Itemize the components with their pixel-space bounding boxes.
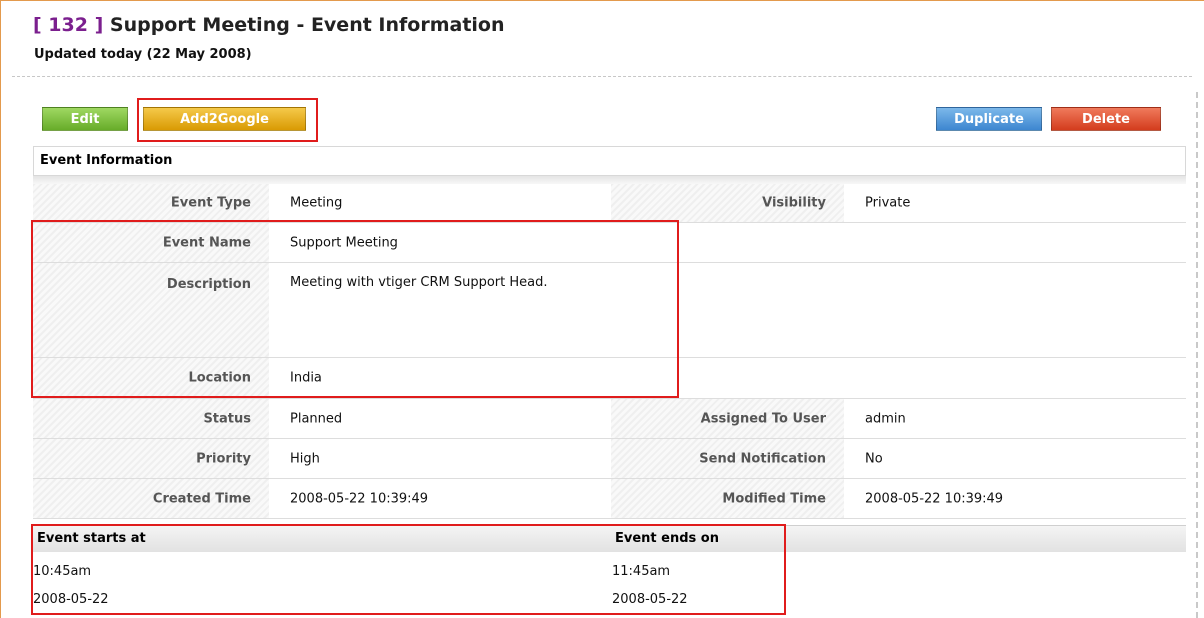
window-left-border [0, 0, 1, 618]
event-title: Support Meeting - Event Information [109, 14, 505, 36]
window-top-border [0, 0, 1204, 1]
event-type-value: Meeting [270, 184, 610, 222]
send-notification-label: Send Notification [611, 439, 844, 478]
section-title: Event Information [40, 153, 173, 168]
duplicate-button[interactable]: Duplicate [936, 107, 1042, 131]
row-priority: Priority High Send Notification No [33, 439, 1186, 479]
created-time-label: Created Time [33, 479, 269, 518]
highlight-event-times [31, 524, 786, 615]
section-header-shadow [33, 176, 1186, 184]
section-header: Event Information [33, 146, 1186, 176]
edit-button[interactable]: Edit [42, 107, 128, 131]
status-label: Status [33, 399, 269, 438]
send-notification-value: No [845, 439, 1186, 478]
row-event-type: Event Type Meeting Visibility Private [33, 184, 1186, 223]
row-status: Status Planned Assigned To User admin [33, 399, 1186, 439]
page-title: [ 132 ] Support Meeting - Event Informat… [33, 14, 505, 36]
record-id: [ 132 ] [33, 14, 104, 36]
updated-info: Updated today (22 May 2008) [34, 47, 252, 62]
row-created-time: Created Time 2008-05-22 10:39:49 Modifie… [33, 479, 1186, 519]
highlight-event-details [31, 220, 679, 398]
assigned-to-value: admin [845, 399, 1186, 438]
priority-label: Priority [33, 439, 269, 478]
highlight-add2google [137, 98, 318, 142]
visibility-label: Visibility [611, 184, 844, 222]
assigned-to-label: Assigned To User [611, 399, 844, 438]
created-time-value: 2008-05-22 10:39:49 [270, 479, 610, 518]
priority-value: High [270, 439, 610, 478]
modified-time-value: 2008-05-22 10:39:49 [845, 479, 1186, 518]
delete-button[interactable]: Delete [1051, 107, 1161, 131]
modified-time-label: Modified Time [611, 479, 844, 518]
event-type-label: Event Type [33, 184, 269, 222]
status-value: Planned [270, 399, 610, 438]
header-divider [12, 76, 1192, 77]
right-divider [1196, 92, 1198, 618]
visibility-value: Private [845, 184, 1186, 222]
